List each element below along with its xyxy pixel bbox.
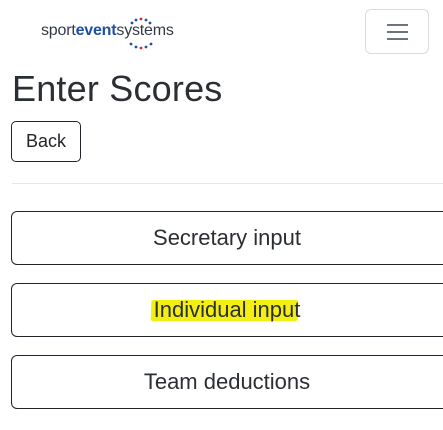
hamburger-icon bbox=[387, 24, 408, 26]
logo-word-event: event bbox=[75, 22, 117, 39]
secretary-input-button[interactable]: Secretary input bbox=[11, 211, 443, 265]
team-deductions-button[interactable]: Team deductions bbox=[11, 355, 443, 409]
individual-input-label-wrap: Individual input bbox=[153, 297, 302, 323]
divider bbox=[12, 183, 443, 184]
menu-toggle-button[interactable] bbox=[365, 9, 429, 54]
hamburger-icon-line bbox=[387, 31, 408, 33]
hamburger-icon-line bbox=[387, 38, 408, 40]
navbar: sporteventsystems bbox=[0, 0, 443, 64]
logo-text: sporteventsystems bbox=[41, 22, 174, 40]
secretary-input-label: Secretary input bbox=[153, 225, 301, 250]
sporteventsystems-logo[interactable]: sporteventsystems bbox=[41, 14, 211, 52]
logo-word-sport: sport bbox=[41, 22, 76, 39]
back-button[interactable]: Back bbox=[11, 121, 81, 162]
logo-word-systems: systems bbox=[116, 22, 174, 39]
individual-input-label: Individual input bbox=[153, 297, 301, 322]
page-title: Enter Scores bbox=[12, 68, 223, 109]
individual-input-button[interactable]: Individual input bbox=[11, 283, 443, 337]
team-deductions-label: Team deductions bbox=[143, 369, 311, 394]
